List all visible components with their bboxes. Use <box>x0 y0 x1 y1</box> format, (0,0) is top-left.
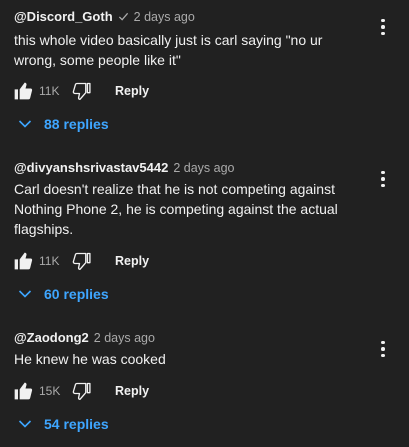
thumb-up-icon[interactable] <box>12 380 34 402</box>
comment-actions: 15K Reply <box>12 379 149 403</box>
comment-header: @divyanshsrivastav5442 2 days ago <box>14 160 235 175</box>
comment-actions: 11K Reply <box>12 249 149 273</box>
comment-timestamp[interactable]: 2 days ago <box>134 10 195 24</box>
comment-text: this whole video basically just is carl … <box>14 32 323 68</box>
like-count: 15K <box>39 384 61 398</box>
view-replies-button[interactable]: 54 replies <box>18 416 109 432</box>
thumb-down-icon[interactable] <box>71 250 93 272</box>
view-replies-button[interactable]: 88 replies <box>18 116 109 132</box>
comment-text: Carl doesn't realize that he is not comp… <box>14 181 338 237</box>
comment-header: @Zaodong2 2 days ago <box>14 330 155 345</box>
check-icon <box>118 12 128 21</box>
chevron-down-icon <box>18 420 32 428</box>
comment-author[interactable]: @divyanshsrivastav5442 <box>14 160 168 175</box>
comment-timestamp[interactable]: 2 days ago <box>173 161 234 175</box>
comment-header: @Discord_Goth 2 days ago <box>14 9 195 24</box>
view-replies-button[interactable]: 60 replies <box>18 286 109 302</box>
more-vert-icon[interactable] <box>376 16 390 38</box>
thumb-up-icon[interactable] <box>12 80 34 102</box>
thumb-down-icon[interactable] <box>71 80 93 102</box>
comments-section: @Discord_Goth 2 days ago this whole vide… <box>0 0 409 447</box>
comment-timestamp[interactable]: 2 days ago <box>94 331 155 345</box>
chevron-down-icon <box>18 290 32 298</box>
comment-actions: 11K Reply <box>12 79 149 103</box>
comment-author[interactable]: @Discord_Goth <box>14 9 113 24</box>
thumb-down-icon[interactable] <box>71 380 93 402</box>
replies-count-label: 54 replies <box>44 416 109 432</box>
reply-button[interactable]: Reply <box>115 254 149 268</box>
replies-count-label: 60 replies <box>44 286 109 302</box>
comment-author[interactable]: @Zaodong2 <box>14 330 89 345</box>
more-vert-icon[interactable] <box>376 338 390 360</box>
reply-button[interactable]: Reply <box>115 84 149 98</box>
thumb-up-icon[interactable] <box>12 250 34 272</box>
like-count: 11K <box>39 254 60 268</box>
more-vert-icon[interactable] <box>376 168 390 190</box>
reply-button[interactable]: Reply <box>115 384 149 398</box>
comment-text: He knew he was cooked <box>14 351 166 367</box>
chevron-down-icon <box>18 120 32 128</box>
like-count: 11K <box>39 84 60 98</box>
replies-count-label: 88 replies <box>44 116 109 132</box>
